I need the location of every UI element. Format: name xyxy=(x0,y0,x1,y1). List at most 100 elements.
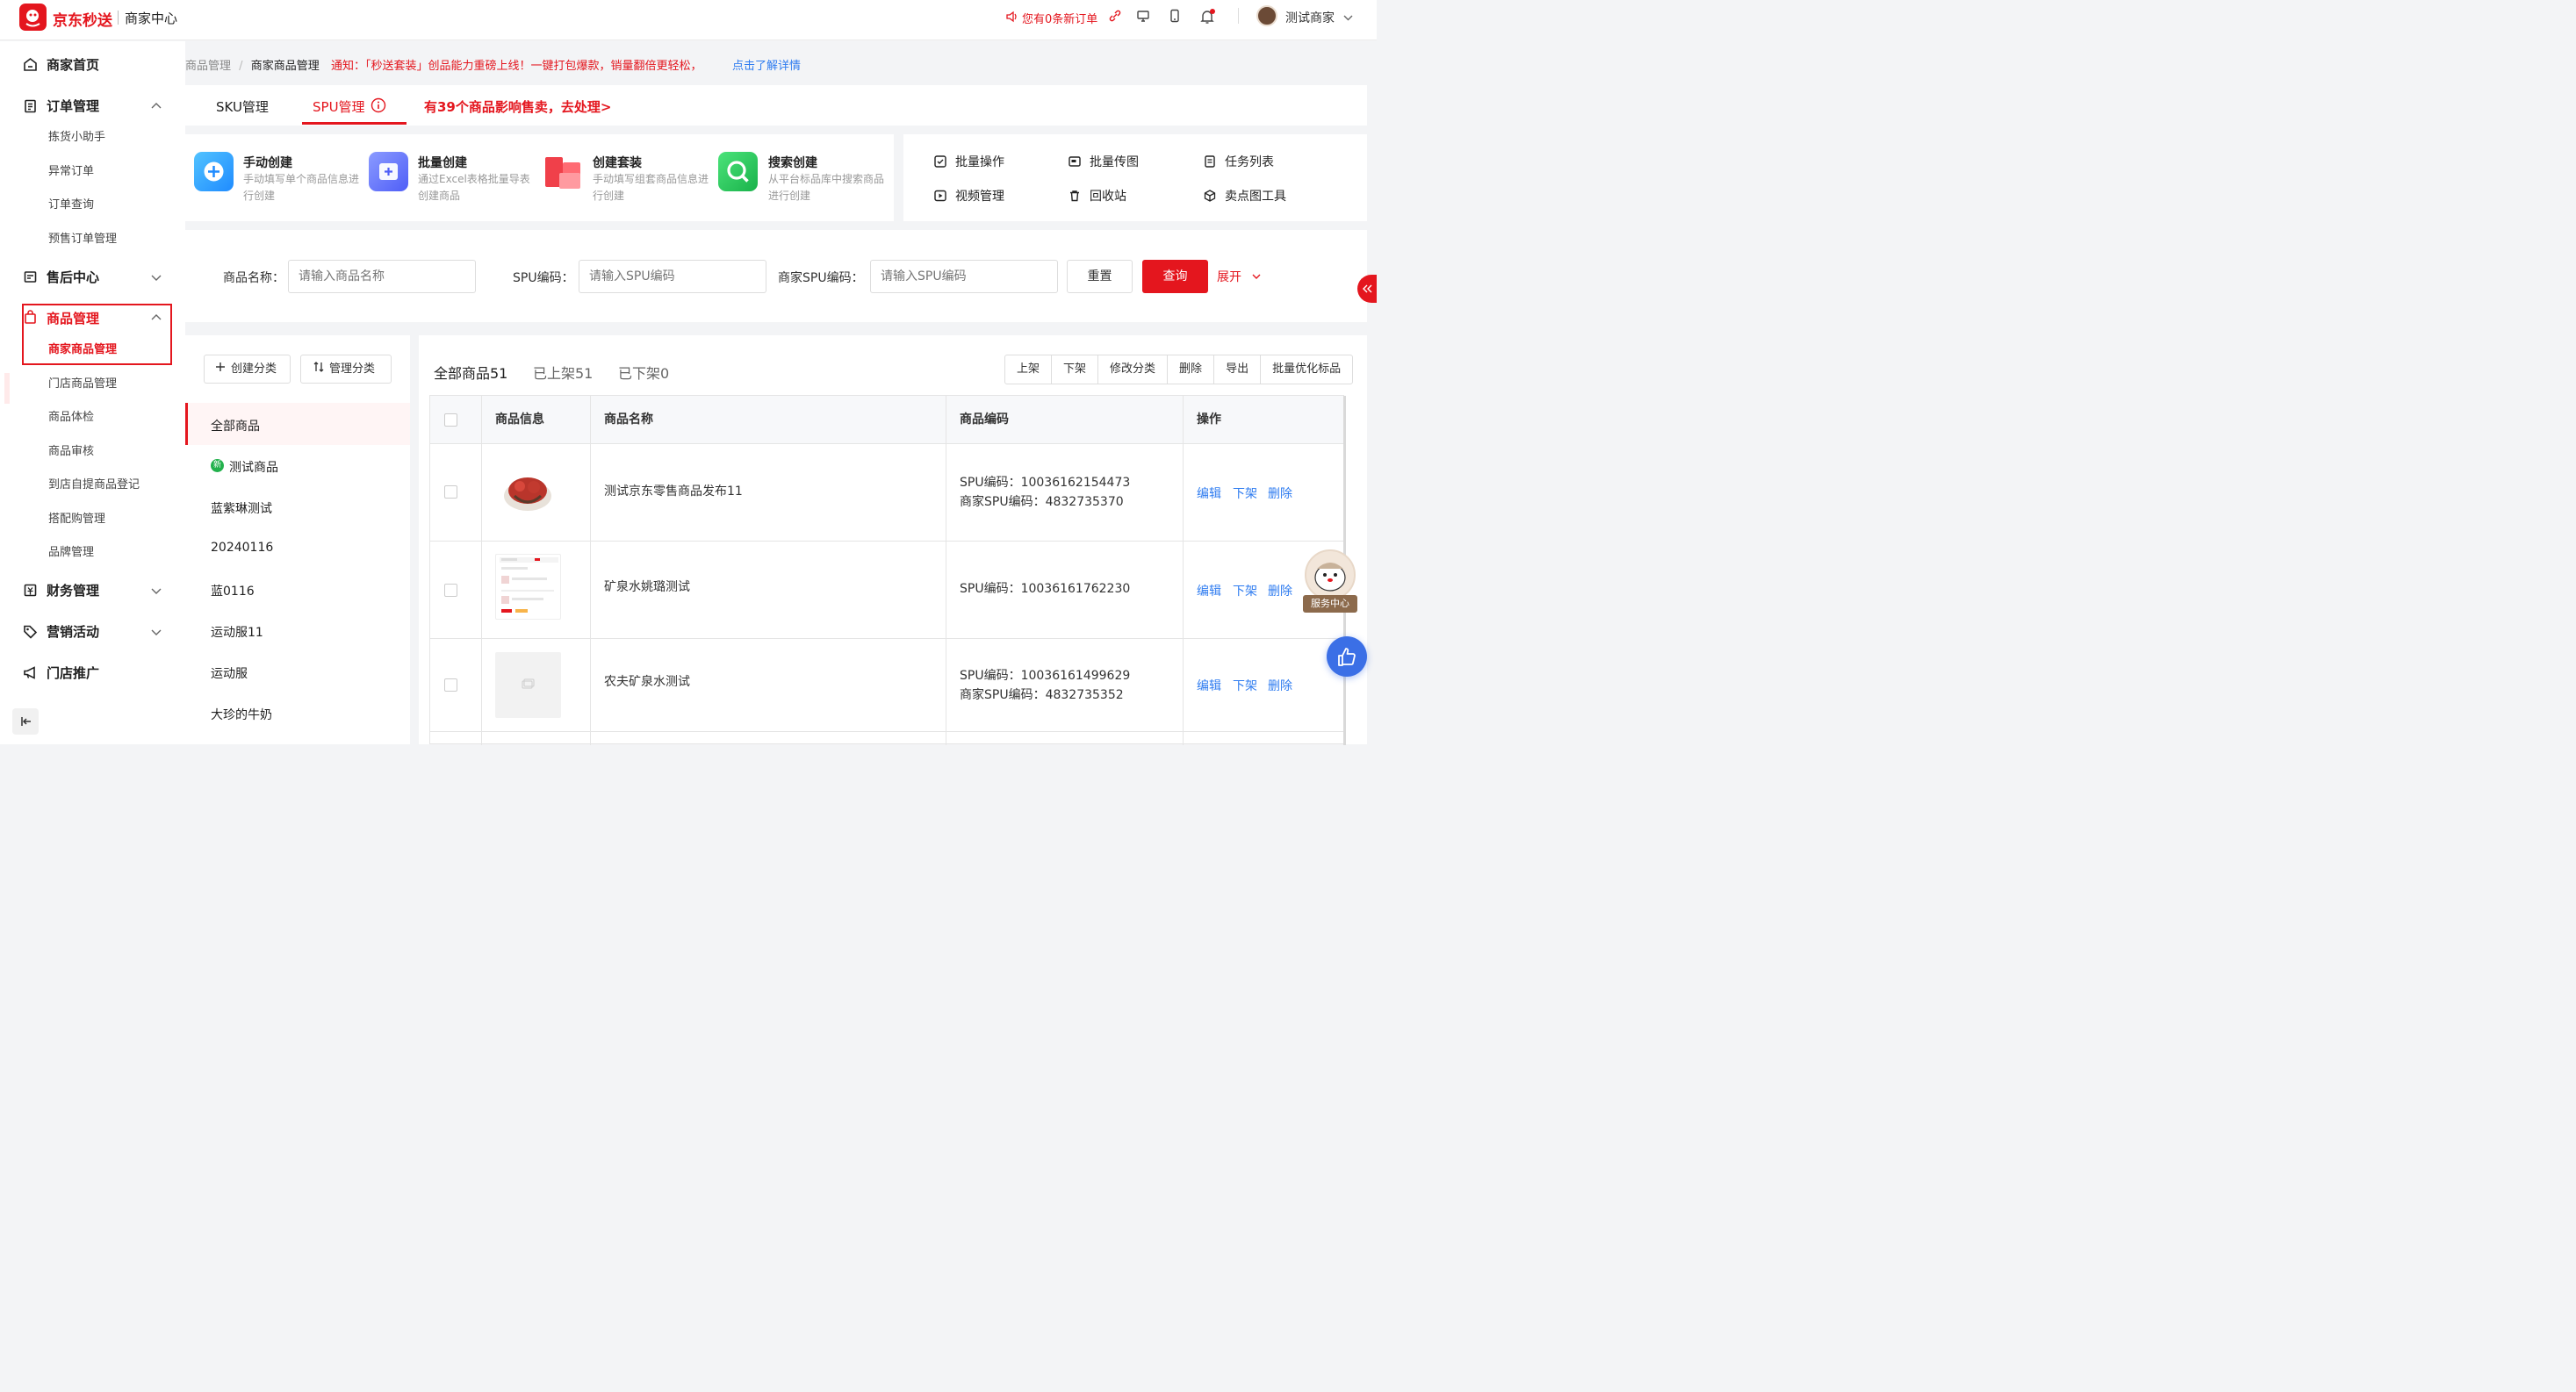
sidebar-subitem-store-products[interactable]: 门店商品管理 xyxy=(48,374,117,391)
bulk-optimize-button[interactable]: 批量优化标品 xyxy=(1261,355,1352,384)
bulk-change-category-button[interactable]: 修改分类 xyxy=(1098,355,1169,384)
batch-create-icon[interactable] xyxy=(369,152,408,191)
category-item[interactable]: 大珍的牛奶 xyxy=(211,706,272,723)
new-order-notice[interactable]: 您有0条新订单 xyxy=(1022,10,1097,26)
chevron-down-icon[interactable] xyxy=(151,627,162,637)
offshelf-link[interactable]: 下架 xyxy=(1233,484,1257,502)
search-create-icon[interactable] xyxy=(718,152,758,191)
edit-link[interactable]: 编辑 xyxy=(1197,677,1221,694)
chevron-down-icon[interactable] xyxy=(1343,12,1353,26)
sidebar-subitem-checkup[interactable]: 商品体检 xyxy=(48,407,94,424)
query-button[interactable]: 查询 xyxy=(1142,260,1208,293)
bulk-delete-button[interactable]: 删除 xyxy=(1168,355,1215,384)
sidebar-item-products[interactable]: 商品管理 xyxy=(47,309,99,327)
product-thumbnail[interactable] xyxy=(495,457,561,523)
bell-icon[interactable] xyxy=(1199,9,1215,24)
create-category-button[interactable]: 创建分类 xyxy=(204,355,291,384)
delete-link[interactable]: 删除 xyxy=(1268,677,1292,694)
sidebar-subitem-pickup[interactable]: 到店自提商品登记 xyxy=(48,475,140,492)
chevron-up-icon[interactable] xyxy=(151,101,162,111)
service-center-widget[interactable]: 服务中心 xyxy=(1303,549,1357,613)
sidebar-item-aftersale[interactable]: 售后中心 xyxy=(47,268,99,286)
breadcrumb: 商品管理 / 商家商品管理 xyxy=(185,56,320,73)
link-icon[interactable] xyxy=(1108,9,1122,23)
manage-category-button[interactable]: 管理分类 xyxy=(300,355,392,384)
collapse-sidebar-button[interactable] xyxy=(12,708,39,735)
bulk-off-shelf-button[interactable]: 下架 xyxy=(1052,355,1099,384)
product-thumbnail[interactable] xyxy=(495,652,561,718)
manual-create-title[interactable]: 手动创建 xyxy=(243,154,292,171)
unsellable-warning-link[interactable]: 有39个商品影响售卖，去处理> xyxy=(424,97,611,116)
sidebar-subitem-bundle[interactable]: 搭配购管理 xyxy=(48,509,105,526)
row-checkbox[interactable] xyxy=(444,485,457,499)
delete-link[interactable]: 删除 xyxy=(1268,484,1292,502)
avatar[interactable] xyxy=(1256,5,1277,26)
tab-sku[interactable]: SKU管理 xyxy=(216,97,269,116)
user-name[interactable]: 测试商家 xyxy=(1285,9,1335,26)
sidebar-subitem-review[interactable]: 商品审核 xyxy=(48,441,94,458)
batch-create-title[interactable]: 批量创建 xyxy=(418,154,467,171)
category-item[interactable]: 20240116 xyxy=(211,541,273,555)
expand-side-button[interactable] xyxy=(1357,275,1377,303)
breadcrumb-level1[interactable]: 商品管理 xyxy=(185,60,231,73)
spu-code-input[interactable] xyxy=(579,260,766,293)
category-item[interactable]: 全部商品 xyxy=(211,417,260,434)
merchant-spu-label: 商家SPU编码： xyxy=(778,271,864,285)
selling-point-tool-link[interactable]: 卖点图工具 xyxy=(1225,187,1286,204)
sidebar-subitem-order-query[interactable]: 订单查询 xyxy=(48,195,94,212)
row-checkbox[interactable] xyxy=(444,584,457,597)
sidebar-item-promotion[interactable]: 门店推广 xyxy=(47,664,99,682)
sidebar-item-marketing[interactable]: 营销活动 xyxy=(47,622,99,641)
product-thumbnail[interactable] xyxy=(495,554,561,620)
manual-create-icon[interactable] xyxy=(194,152,234,191)
product-name-input[interactable] xyxy=(288,260,476,293)
video-management-link[interactable]: 视频管理 xyxy=(955,187,1004,204)
tab-spu[interactable]: SPU管理 xyxy=(313,97,365,116)
reset-button[interactable]: 重置 xyxy=(1067,260,1133,293)
edit-link[interactable]: 编辑 xyxy=(1197,582,1221,599)
sidebar-item-orders[interactable]: 订单管理 xyxy=(47,97,99,115)
recycle-bin-link[interactable]: 回收站 xyxy=(1090,187,1126,204)
bundle-create-title[interactable]: 创建套装 xyxy=(593,154,642,171)
sidebar-subitem-abnormal[interactable]: 异常订单 xyxy=(48,161,94,178)
sidebar-subitem-merchant-products[interactable]: 商家商品管理 xyxy=(48,340,117,356)
sidebar-subitem-picking[interactable]: 拣货小助手 xyxy=(48,127,105,144)
sidebar-item-home[interactable]: 商家首页 xyxy=(47,55,99,74)
category-item[interactable]: 测试商品 xyxy=(229,458,278,476)
phone-icon[interactable] xyxy=(1168,9,1182,23)
category-item[interactable]: 运动服 xyxy=(211,664,248,682)
bulk-on-shelf-button[interactable]: 上架 xyxy=(1005,355,1053,384)
expand-filters-toggle[interactable]: 展开 xyxy=(1217,268,1261,285)
batch-image-link[interactable]: 批量传图 xyxy=(1090,153,1139,170)
sidebar-item-finance[interactable]: 财务管理 xyxy=(47,581,99,599)
offshelf-link[interactable]: 下架 xyxy=(1233,582,1257,599)
filter-tab-off-shelf[interactable]: 已下架0 xyxy=(618,362,669,383)
task-list-link[interactable]: 任务列表 xyxy=(1225,153,1274,170)
row-checkbox[interactable] xyxy=(444,678,457,692)
category-item[interactable]: 蓝紫琳测试 xyxy=(211,499,272,517)
delete-link[interactable]: 删除 xyxy=(1268,582,1292,599)
category-item[interactable]: 运动服11 xyxy=(211,623,263,641)
select-all-checkbox[interactable] xyxy=(444,413,457,427)
edit-link[interactable]: 编辑 xyxy=(1197,484,1221,502)
notice-detail-link[interactable]: 点击了解详情 xyxy=(732,56,801,73)
chevron-down-icon[interactable] xyxy=(151,272,162,283)
chevron-up-icon[interactable] xyxy=(151,312,162,323)
chevron-down-icon[interactable] xyxy=(151,585,162,596)
info-icon[interactable] xyxy=(371,97,386,117)
sidebar-subitem-presale[interactable]: 预售订单管理 xyxy=(48,229,117,246)
feedback-button[interactable] xyxy=(1327,636,1367,677)
top-bar: 京东秒送 商家中心 您有0条新订单 测试商家 xyxy=(0,0,1377,40)
batch-operation-link[interactable]: 批量操作 xyxy=(955,153,1004,170)
sidebar-subitem-brand[interactable]: 品牌管理 xyxy=(48,542,94,559)
offshelf-link[interactable]: 下架 xyxy=(1233,677,1257,694)
bundle-create-icon[interactable] xyxy=(543,152,583,191)
chevron-down-icon xyxy=(1252,274,1261,279)
filter-tab-all[interactable]: 全部商品51 xyxy=(434,362,507,383)
category-item[interactable]: 蓝0116 xyxy=(211,582,255,599)
monitor-icon[interactable] xyxy=(1136,9,1150,23)
merchant-spu-input[interactable] xyxy=(870,260,1058,293)
bulk-export-button[interactable]: 导出 xyxy=(1214,355,1262,384)
filter-tab-on-shelf[interactable]: 已上架51 xyxy=(533,362,593,383)
search-create-title[interactable]: 搜索创建 xyxy=(768,154,817,171)
